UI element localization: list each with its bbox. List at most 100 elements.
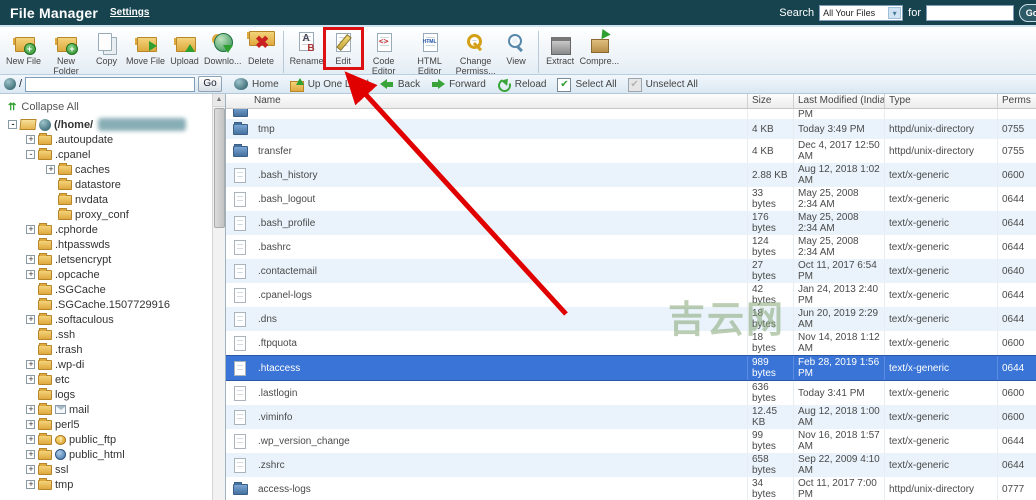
tree-item[interactable]: datastore [0,177,212,192]
table-row[interactable]: .bash_profile 176 bytes May 25, 2008 2:3… [226,211,1036,235]
tree-item[interactable]: .trash [0,342,212,357]
tree-item[interactable]: .cpanel [0,147,212,162]
expand-toggle[interactable] [26,480,35,489]
cell-name: .contactemail [254,259,748,283]
table-row[interactable]: PM [226,109,1036,119]
toolbar-button[interactable]: Move File [124,30,167,67]
tree-item[interactable]: ssl [0,462,212,477]
tree-item[interactable]: public_html [0,447,212,462]
toolbar-button[interactable]: Rename [288,30,326,67]
toolbar-button[interactable]: Compre... [578,30,622,67]
settings-link[interactable]: Settings [110,7,149,18]
table-row[interactable]: .cpanel-logs 42 bytes Jan 24, 2013 2:40 … [226,283,1036,307]
toolbar-button[interactable]: Delete [244,30,279,67]
search-input[interactable] [926,5,1014,21]
toolbar-button[interactable]: HTML Editor [407,30,453,77]
column-header-type[interactable]: Type [885,94,998,108]
tree-item[interactable]: mail [0,402,212,417]
nav-button[interactable]: Reload [497,78,547,91]
search-scope-value: All Your Files [823,8,875,18]
scrollbar-thumb[interactable] [214,108,225,228]
toolbar-button[interactable]: New Folder [43,30,89,77]
table-row[interactable]: .lastlogin 636 bytes Today 3:41 PM text/… [226,381,1036,405]
tree-item[interactable]: logs [0,387,212,402]
search-go-button[interactable]: Go [1019,4,1036,22]
toolbar-button[interactable]: Edit [326,30,361,67]
tree-item[interactable]: caches [0,162,212,177]
tree-item[interactable]: etc [0,372,212,387]
table-row[interactable]: access-logs 34 bytes Oct 11, 2017 7:00 P… [226,477,1036,500]
nav-button[interactable]: Back [380,78,420,91]
expand-toggle[interactable] [26,135,35,144]
tree-item[interactable]: tmp [0,477,212,492]
scroll-up-arrow[interactable]: ▲ [213,94,225,107]
expand-toggle[interactable] [26,375,35,384]
file-type-icon [234,361,246,376]
tree-item[interactable]: .opcache [0,267,212,282]
nav-button[interactable]: Home [234,78,279,90]
nav-button[interactable]: Unselect All [628,78,698,91]
tree-item[interactable]: .wp-di [0,357,212,372]
column-header-name[interactable]: Name [226,94,748,108]
toolbar-button[interactable]: Upload [167,30,202,67]
expand-toggle[interactable] [26,405,35,414]
expand-toggle[interactable] [26,270,35,279]
search-scope-select[interactable]: All Your Files ▾ [819,5,903,21]
table-row[interactable]: transfer 4 KB Dec 4, 2017 12:50 AM httpd… [226,139,1036,163]
expand-toggle[interactable] [26,225,35,234]
table-row[interactable]: .dns 18 bytes Jun 20, 2019 2:29 AM text/… [226,307,1036,331]
tree-item[interactable]: .cphorde [0,222,212,237]
tree-item[interactable]: nvdata [0,192,212,207]
expand-toggle[interactable] [8,120,17,129]
table-row[interactable]: .ftpquota 18 bytes Nov 14, 2018 1:12 AM … [226,331,1036,355]
column-header-modified[interactable]: Last Modified (India Sta [794,94,885,108]
tree-item[interactable]: public_ftp [0,432,212,447]
column-header-perms[interactable]: Perms [998,94,1036,108]
path-input[interactable] [25,77,195,92]
toolbar-button[interactable]: Change Permiss... [453,30,499,77]
table-row[interactable]: .wp_version_change 99 bytes Nov 16, 2018… [226,429,1036,453]
nav-button[interactable]: Up One Level [290,78,369,91]
folder-icon [38,435,52,445]
nav-button[interactable]: Select All [557,78,616,91]
table-row[interactable]: .viminfo 12.45 KB Aug 12, 2018 1:00 AM t… [226,405,1036,429]
expand-toggle[interactable] [26,315,35,324]
toolbar-button[interactable]: View [499,30,534,67]
tree-root-home[interactable]: (/home/ [0,117,212,132]
table-row[interactable]: .bashrc 124 bytes May 25, 2008 2:34 AM t… [226,235,1036,259]
expand-toggle[interactable] [26,255,35,264]
expand-toggle[interactable] [26,465,35,474]
nav-button[interactable]: Forward [431,78,486,91]
tree-item[interactable]: .softaculous [0,312,212,327]
toolbar-icon [211,31,235,55]
tree-item[interactable]: .autoupdate [0,132,212,147]
expand-toggle[interactable] [26,420,35,429]
tree-item[interactable]: .letsencrypt [0,252,212,267]
tree-item[interactable]: perl5 [0,417,212,432]
expand-toggle[interactable] [26,360,35,369]
expand-toggle[interactable] [26,435,35,444]
sidebar-scrollbar[interactable]: ▲ [212,94,225,500]
toolbar-button[interactable]: Downlo... [202,30,244,67]
tree-item[interactable]: .SGCache.1507729916 [0,297,212,312]
tree-item[interactable]: .htpasswds [0,237,212,252]
tree-item[interactable]: proxy_conf [0,207,212,222]
table-row[interactable]: .bash_logout 33 bytes May 25, 2008 2:34 … [226,187,1036,211]
table-row[interactable]: .zshrc 658 bytes Sep 22, 2009 4:10 AM te… [226,453,1036,477]
toolbar-button[interactable]: Extract [543,30,578,67]
toolbar-button[interactable]: New File [4,30,43,67]
table-row[interactable]: .bash_history 2.88 KB Aug 12, 2018 1:02 … [226,163,1036,187]
expand-toggle[interactable] [26,450,35,459]
path-go-button[interactable]: Go [198,76,222,92]
expand-toggle[interactable] [26,150,35,159]
toolbar-button[interactable]: Copy [89,30,124,67]
column-header-size[interactable]: Size [748,94,794,108]
table-row[interactable]: .contactemail 27 bytes Oct 11, 2017 6:54… [226,259,1036,283]
expand-toggle[interactable] [46,165,55,174]
tree-item[interactable]: .SGCache [0,282,212,297]
collapse-all-button[interactable]: ⇈ Collapse All [0,99,212,117]
tree-item[interactable]: .ssh [0,327,212,342]
toolbar-button[interactable]: Code Editor [361,30,407,77]
table-row[interactable]: .htaccess 989 bytes Feb 28, 2019 1:56 PM… [226,355,1036,381]
table-row[interactable]: tmp 4 KB Today 3:49 PM httpd/unix-direct… [226,119,1036,139]
